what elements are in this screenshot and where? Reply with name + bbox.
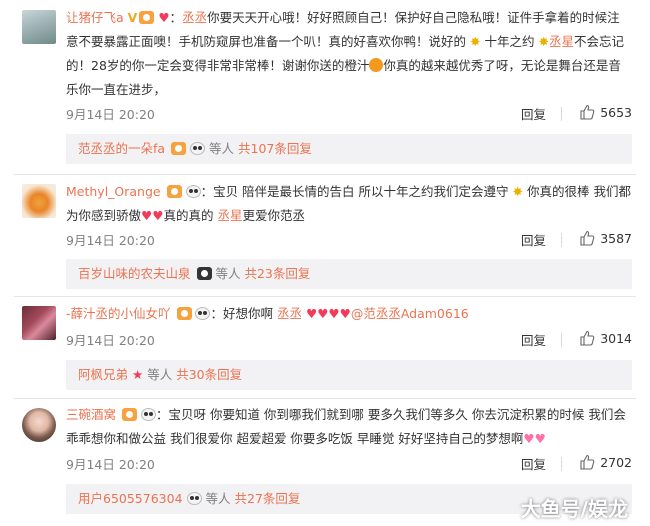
comment-content: 真的真的 (163, 208, 214, 223)
comment-text: -薛汁丞的小仙女吖 ：好想你啊 丞丞 ♥♥♥♥@范丞丞Adam0616 (66, 302, 632, 326)
heart-icon: ♥ (158, 10, 170, 25)
divider (561, 107, 562, 121)
like-button[interactable]: 2702 (579, 454, 632, 470)
mention-link[interactable]: 丞星 (549, 34, 574, 49)
like-button[interactable]: 3587 (579, 230, 632, 246)
reply-button[interactable]: 回复 (521, 104, 546, 123)
panda-icon (186, 492, 202, 505)
thumbs-up-icon (580, 230, 595, 246)
comment-text: Methyl_Orange ：宝贝 陪伴是最长情的告白 所以十年之约我们定会遵守… (66, 180, 632, 228)
reply-user-link[interactable]: 阿枫兄弟 (78, 367, 128, 382)
comment-meta: 9月14日 20:20 回复 2702 (66, 454, 632, 476)
username-link[interactable]: 三碗酒窝 (66, 407, 116, 422)
reply-text: 等人 (209, 141, 235, 156)
total-replies-link[interactable]: 共30条回复 (176, 367, 242, 382)
heart-icon: ♥ (141, 208, 153, 223)
comment-content: ：好想你啊 (210, 306, 273, 321)
sparkle-icon: ✸ (512, 184, 523, 199)
mention-link[interactable]: 丞星 (217, 208, 242, 223)
fan-badge-icon (176, 307, 192, 320)
like-button[interactable]: 5653 (579, 104, 632, 120)
avatar[interactable] (22, 184, 56, 218)
reply-text: 等人 (205, 491, 231, 506)
panda-icon (185, 185, 201, 198)
mention-link[interactable]: 丞丞 (182, 10, 207, 25)
comment-meta: 9月14日 20:20 回复 5653 (66, 104, 632, 126)
comment-text: 让猪仔飞a V ♥：丞丞你要天天开心哦！好好照顾自己！保护好自己隐私哦！证件手拿… (66, 10, 624, 97)
orange-icon (369, 58, 384, 72)
total-replies-link[interactable]: 共107条回复 (238, 141, 312, 156)
replies-summary[interactable]: 阿枫兄弟 ★ 等人 共30条回复 (66, 360, 632, 390)
comment-content: 十年之约 (484, 34, 535, 49)
total-replies-link[interactable]: 共27条回复 (235, 491, 301, 506)
replies-summary[interactable]: 范丞丞的一朵fa 等人 共107条回复 (66, 134, 632, 164)
panda-icon (195, 307, 211, 320)
comment-meta: 9月14日 20:20 回复 3587 (66, 230, 632, 252)
avatar[interactable] (22, 408, 56, 442)
sparkle-icon: ✸ (470, 34, 481, 49)
fan-badge-icon (122, 408, 137, 421)
username-link[interactable]: Methyl_Orange (66, 184, 161, 199)
pink-heart-icon: ♥♥ (523, 431, 546, 446)
verified-v-icon: V (127, 10, 138, 25)
total-replies-link[interactable]: 共23条回复 (244, 266, 310, 281)
fan-badge-icon (139, 11, 155, 24)
heart-icon: ♥♥♥♥ (305, 306, 351, 321)
reply-button[interactable]: 回复 (521, 230, 546, 249)
comment-content: 更爱你范丞 (242, 208, 305, 223)
panda-icon (190, 142, 206, 155)
like-count: 3587 (600, 231, 632, 246)
reply-button[interactable]: 回复 (521, 330, 546, 349)
reply-user-link[interactable]: 用户6505576304 (78, 491, 183, 506)
divider (561, 333, 562, 347)
timestamp: 9月14日 20:20 (66, 107, 155, 122)
mention-link[interactable]: 丞丞 (277, 306, 302, 321)
sparkle-icon: ✸ (538, 34, 549, 49)
timestamp: 9月14日 20:20 (66, 333, 155, 348)
thumbs-up-icon (580, 454, 595, 470)
thumbs-up-icon (580, 104, 595, 120)
comment-text: 三碗酒窝 ：宝贝呀 你要知道 你到哪我们就到哪 要多久我们等多久 你去沉淀积累的… (66, 403, 632, 451)
like-count: 5653 (600, 105, 632, 120)
reply-user-link[interactable]: 范丞丞的一朵fa (78, 141, 165, 156)
like-button[interactable]: 3014 (579, 330, 632, 346)
reply-button[interactable]: 回复 (521, 454, 546, 473)
timestamp: 9月14日 20:20 (66, 457, 155, 472)
heart-icon: ♥ (152, 208, 164, 223)
panda-icon (140, 408, 156, 421)
divider (561, 233, 562, 247)
fan-badge-icon (171, 142, 187, 155)
fan-badge-icon (196, 267, 212, 280)
reply-text: 等人 (215, 266, 241, 281)
comment-meta: 9月14日 20:20 回复 3014 (66, 330, 632, 352)
divider (14, 398, 636, 399)
comment-content: ：宝贝 陪伴是最长情的告白 所以十年之约我们定会遵守 (200, 184, 509, 199)
timestamp: 9月14日 20:20 (66, 233, 155, 248)
avatar[interactable] (22, 10, 56, 44)
replies-summary[interactable]: 百岁山味的农夫山泉 等人 共23条回复 (66, 259, 632, 289)
avatar[interactable] (22, 306, 56, 340)
username-link[interactable]: 让猪仔飞a (66, 10, 124, 25)
like-count: 3014 (600, 331, 632, 346)
star-icon: ★ (132, 367, 144, 382)
like-count: 2702 (600, 455, 632, 470)
thumbs-up-icon (580, 330, 595, 346)
at-user-link[interactable]: @范丞丞Adam0616 (351, 306, 469, 321)
reply-text: 等人 (147, 367, 173, 382)
divider (14, 174, 636, 175)
divider (561, 457, 562, 471)
watermark: 大鱼号/娱龙 (520, 497, 628, 521)
fan-badge-icon (166, 185, 182, 198)
username-link[interactable]: -薛汁丞的小仙女吖 (66, 306, 171, 321)
reply-user-link[interactable]: 百岁山味的农夫山泉 (78, 266, 191, 281)
divider (14, 296, 636, 297)
